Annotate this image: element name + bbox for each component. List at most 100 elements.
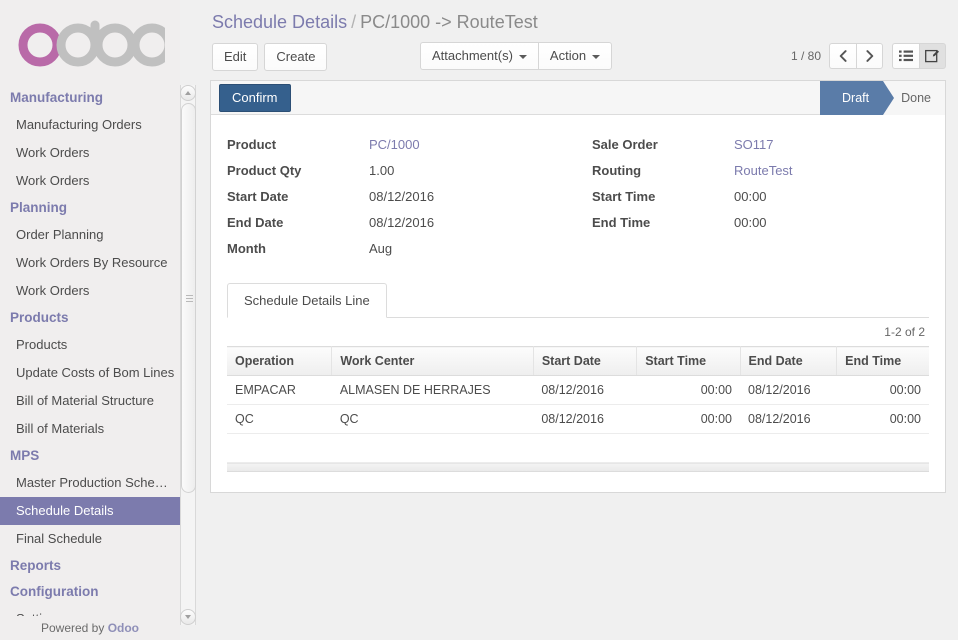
powered-by-footer: Powered by Odoo [0,616,180,640]
schedule-details-line-list: 1-2 of 2 Operation Work Center Start Dat… [227,318,929,472]
breadcrumb-separator: / [351,12,357,32]
breadcrumb-root[interactable]: Schedule Details [212,12,347,32]
sidebar-item-final-schedule[interactable]: Final Schedule [0,525,180,553]
list-view-button[interactable] [892,43,919,69]
status-steps: Draft Done [820,81,945,115]
field-label-month: Month [227,241,266,256]
pager-and-views: 1 / 80 [791,43,946,69]
field-label-routing: Routing [592,163,642,178]
field-value-product[interactable]: PC/1000 [369,137,420,152]
sidebar: Manufacturing Manufacturing Orders Work … [0,0,180,640]
field-start-time: Start Time 00:00 [592,189,929,204]
chevron-right-icon [865,50,873,62]
lines-table-body: EMPACAR ALMASEN DE HERRAJES 08/12/2016 0… [227,375,929,463]
field-label-end-date: End Date [227,215,284,230]
field-value-product-qty: 1.00 [369,163,395,178]
status-step-draft[interactable]: Draft [820,81,895,115]
sidebar-item-bill-of-material-structure[interactable]: Bill of Material Structure [0,387,180,415]
lines-table-footer [227,463,929,472]
field-end-time: End Time 00:00 [592,215,929,230]
list-view-icon [899,50,913,62]
cell-start-time: 00:00 [636,404,740,434]
sheet-body: Product PC/1000 Product Qty 1.00 Start D… [211,115,945,472]
column-header-end-time[interactable]: End Time [836,346,929,376]
table-header-row: Operation Work Center Start Date Start T… [227,346,929,376]
cell-start-date: 08/12/2016 [533,404,637,434]
sidebar-item-products[interactable]: Products [0,331,180,359]
field-product: Product PC/1000 [227,137,566,152]
field-value-sale-order[interactable]: SO117 [734,137,774,152]
field-value-start-time: 00:00 [734,189,767,204]
column-header-start-date[interactable]: Start Date [533,346,638,376]
field-sale-order: Sale Order SO117 [592,137,929,152]
pager-previous-button[interactable] [829,43,856,69]
sidebar-item-work-orders-2[interactable]: Work Orders [0,167,180,195]
sidebar-section-reports: Reports [10,558,62,573]
odoo-logo-icon [15,17,165,69]
edit-button[interactable]: Edit [212,43,259,71]
field-end-date: End Date 08/12/2016 [227,215,566,230]
column-header-operation[interactable]: Operation [227,346,333,376]
cell-work-center: ALMASEN DE HERRAJES [331,375,534,405]
sidebar-item-master-production-schedule[interactable]: Master Production Sche… [0,469,180,497]
scrollbar-thumb[interactable] [181,103,196,493]
notebook: Schedule Details Line 1-2 of 2 Operation… [227,283,929,472]
field-label-end-time: End Time [592,215,651,230]
column-header-work-center[interactable]: Work Center [331,346,534,376]
sidebar-item-schedule-details[interactable]: Schedule Details [0,497,180,525]
column-header-start-time[interactable]: Start Time [636,346,741,376]
pager-next-button[interactable] [856,43,883,69]
sidebar-section-products: Products [10,310,69,325]
sidebar-item-work-orders-by-resource[interactable]: Work Orders By Resource [0,249,180,277]
cell-operation: QC [227,404,332,434]
form-view-icon [925,49,939,63]
attachments-dropdown[interactable]: Attachment(s) [420,42,538,70]
table-row[interactable]: EMPACAR ALMASEN DE HERRAJES 08/12/2016 0… [227,375,929,405]
field-label-start-time: Start Time [592,189,656,204]
action-dropdown[interactable]: Action [537,42,613,70]
odoo-logo[interactable] [0,0,180,85]
tab-schedule-details-line[interactable]: Schedule Details Line [227,283,387,318]
lines-table-head: Operation Work Center Start Date Start T… [227,346,929,376]
field-start-date: Start Date 08/12/2016 [227,189,566,204]
field-value-month: Aug [369,241,393,256]
control-panel: Edit Create Attachment(s) Action 1 / 80 [198,34,958,80]
field-month: Month Aug [227,241,566,256]
sidebar-item-update-costs-of-bom-lines[interactable]: Update Costs of Bom Lines [0,359,180,387]
cell-end-time: 00:00 [836,404,929,434]
field-label-product: Product [227,137,277,152]
field-value-routing[interactable]: RouteTest [734,163,793,178]
scrollbar-grip-icon [186,295,193,302]
form-view-button[interactable] [919,43,946,69]
table-row[interactable]: QC QC 08/12/2016 00:00 08/12/2016 00:00 [227,404,929,434]
scroll-down-button[interactable] [180,609,196,625]
cell-end-time: 00:00 [836,375,929,405]
status-bar: Confirm Draft Done [211,81,945,115]
sidebar-scrollbar[interactable] [180,85,196,625]
powered-by-text: Powered by [40,621,108,635]
list-pager-count: 1-2 of 2 [884,325,925,339]
create-button[interactable]: Create [264,43,328,71]
column-header-end-date[interactable]: End Date [740,346,838,376]
field-value-end-date: 08/12/2016 [369,215,435,230]
sidebar-section-mps: MPS [10,448,40,463]
chevron-left-icon [839,50,847,62]
sidebar-section-configuration: Configuration [10,584,99,599]
cell-start-date: 08/12/2016 [533,375,637,405]
sidebar-section-manufacturing: Manufacturing [10,90,103,105]
chevron-up-icon [185,91,191,95]
sidebar-item-work-orders-3[interactable]: Work Orders [0,277,180,305]
sidebar-item-order-planning[interactable]: Order Planning [0,221,180,249]
table-row-empty[interactable] [227,433,929,463]
sidebar-item-manufacturing-orders[interactable]: Manufacturing Orders [0,111,180,139]
scroll-up-button[interactable] [180,85,196,101]
powered-by-brand: Odoo [107,621,140,635]
field-product-qty: Product Qty 1.00 [227,163,566,178]
main-content: Schedule Details / PC/1000 -> RouteTest Ed… [180,0,958,640]
chevron-down-icon [185,615,191,619]
sidebar-item-work-orders-1[interactable]: Work Orders [0,139,180,167]
cell-work-center: QC [331,404,534,434]
cell-empty [227,433,929,463]
sidebar-item-bill-of-materials[interactable]: Bill of Materials [0,415,180,443]
confirm-button[interactable]: Confirm [219,83,291,112]
